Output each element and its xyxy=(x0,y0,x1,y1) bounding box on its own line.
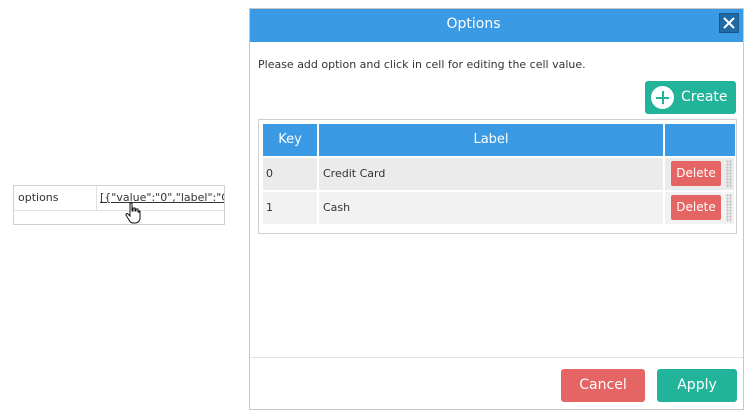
dialog-title: Options xyxy=(446,16,501,32)
table-row: 0 Credit Card Delete xyxy=(263,158,734,190)
cell-label[interactable]: Credit Card xyxy=(319,158,663,190)
apply-button[interactable]: Apply xyxy=(657,369,737,402)
options-dialog: Options Please add option and click in c… xyxy=(249,8,744,410)
table-row: 1 Cash Delete xyxy=(263,192,734,224)
property-grid: options [{"value":"0","label":"Credit Ca… xyxy=(13,185,225,225)
footer-divider xyxy=(250,357,743,358)
cell-actions: Delete xyxy=(665,158,734,190)
delete-button[interactable]: Delete xyxy=(671,161,721,186)
dialog-header: Options xyxy=(250,9,743,42)
property-name: options xyxy=(18,186,97,210)
drag-handle-icon[interactable] xyxy=(726,194,732,222)
property-value-link[interactable]: [{"value":"0","label":"Credit Card"},{"v… xyxy=(100,186,224,210)
property-row-options: options [{"value":"0","label":"Credit Ca… xyxy=(14,186,224,211)
cell-actions: Delete xyxy=(665,192,734,224)
column-header-label: Label xyxy=(319,124,663,156)
cell-label[interactable]: Cash xyxy=(319,192,663,224)
close-icon xyxy=(723,17,735,29)
create-button[interactable]: Create xyxy=(645,81,736,114)
column-header-key: Key xyxy=(263,124,317,156)
drag-handle-icon[interactable] xyxy=(726,160,732,188)
column-header-actions xyxy=(665,124,735,156)
cancel-button[interactable]: Cancel xyxy=(561,369,645,402)
instructions-text: Please add option and click in cell for … xyxy=(258,58,586,71)
cell-key[interactable]: 1 xyxy=(263,192,317,224)
options-table: Key Label 0 Credit Card Delete 1 Cash De… xyxy=(258,119,737,234)
hand-cursor-icon xyxy=(125,202,141,224)
close-button[interactable] xyxy=(719,13,739,33)
delete-button[interactable]: Delete xyxy=(671,195,721,220)
cell-key[interactable]: 0 xyxy=(263,158,317,190)
plus-circle-icon xyxy=(651,86,674,109)
create-button-label: Create xyxy=(681,89,728,105)
